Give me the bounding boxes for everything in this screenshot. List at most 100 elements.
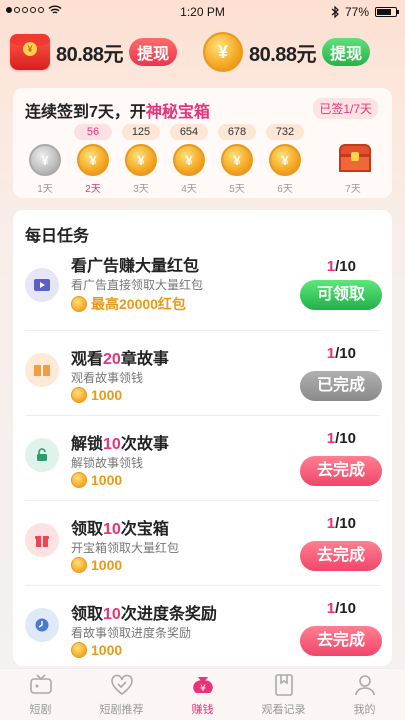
tab-profile[interactable]: 我的 (324, 673, 405, 719)
day-label: 2天 (85, 184, 101, 195)
signin-day-5[interactable]: 678 ¥ 5天 (215, 124, 259, 195)
tab-earn[interactable]: ¥ 赚钱 (162, 673, 243, 719)
tab-label: 观看记录 (261, 704, 306, 716)
user-icon (354, 675, 375, 696)
coin-icon (71, 387, 87, 403)
task-desc: 观看故事领钱 (71, 371, 144, 385)
day-label: 6天 (277, 184, 293, 195)
day-reward: 56 (74, 124, 112, 140)
task-row-ads: 看广告赚大量红包 看广告直接领取大量红包 最高20000红包 1/10 可领取 (13, 246, 392, 331)
signin-day-7[interactable]: 7天 (331, 124, 375, 195)
coin-icon: ¥ (77, 144, 109, 176)
status-bar: 1:20 PM 77% (0, 0, 405, 24)
tab-label: 我的 (353, 704, 376, 716)
unlock-icon (25, 438, 59, 472)
coin-icon (71, 296, 87, 312)
gift-icon (25, 523, 59, 557)
task-name: 看广告赚大量红包 (71, 258, 200, 275)
day-label: 3天 (133, 184, 149, 195)
task-progress: 1/10 (326, 345, 356, 362)
bluetooth-icon (331, 6, 339, 18)
daily-tasks-card: 每日任务 看广告赚大量红包 看广告直接领取大量红包 最高20000红包 1/10… (13, 210, 392, 666)
cash-balance: ¥ 80.88元 提现 (10, 32, 178, 72)
coin-icon: ¥ (173, 144, 205, 176)
task-name: 解锁10次故事 (71, 436, 169, 453)
tab-drama[interactable]: 短剧 (0, 673, 81, 719)
day-label: 7天 (345, 184, 361, 195)
task-name: 领取10次宝箱 (71, 521, 169, 538)
tab-label: 赚钱 (191, 704, 214, 716)
task-desc: 看故事领取进度条奖励 (71, 626, 192, 640)
bottom-tab-bar: 短剧 短剧推荐 ¥ 赚钱 观看记录 我的 (0, 668, 405, 720)
signin-day-6[interactable]: 732 ¥ 6天 (263, 124, 307, 195)
task-reward: 最高20000红包 (71, 294, 186, 314)
signin-day-4[interactable]: 654 ¥ 4天 (167, 124, 211, 195)
tab-recommend[interactable]: 短剧推荐 (81, 673, 162, 719)
tab-label: 短剧推荐 (99, 704, 144, 716)
cash-amount: 80.88元 (56, 43, 124, 66)
task-row-unlock: 解锁10次故事 解锁故事领钱 1000 1/10 去完成 (13, 416, 392, 501)
bookmark-icon (274, 674, 293, 696)
day-label: 5天 (229, 184, 245, 195)
claim-button[interactable]: 可领取 (300, 280, 382, 310)
tab-label: 短剧 (29, 704, 52, 716)
task-progress: 1/10 (326, 515, 356, 532)
day-label: 1天 (37, 184, 53, 195)
task-desc: 解锁故事领钱 (71, 456, 144, 470)
signin-status-badge: 已签1/7天 (313, 98, 378, 119)
task-desc: 看广告直接领取大量红包 (71, 278, 204, 292)
red-packet-icon: ¥ (10, 34, 50, 70)
signin-title-text: 连续签到7天，开 (25, 104, 146, 121)
coin-icon: ¥ (125, 144, 157, 176)
tv-icon (29, 674, 52, 694)
gold-coin-icon: ¥ (203, 32, 243, 72)
battery-icon (375, 7, 399, 17)
task-row-chest: 领取10次宝箱 开宝箱领取大量红包 1000 1/10 去完成 (13, 501, 392, 586)
completed-button[interactable]: 已完成 (300, 371, 382, 401)
day-label: 4天 (181, 184, 197, 195)
withdraw-cash-button[interactable]: 提现 (129, 38, 178, 66)
task-reward: 1000 (71, 642, 122, 658)
go-complete-button[interactable]: 去完成 (300, 541, 382, 571)
withdraw-coin-button[interactable]: 提现 (322, 38, 371, 66)
coin-balance: ¥ 80.88元 提现 (203, 32, 371, 72)
task-progress: 1/10 (326, 258, 356, 275)
task-progress: 1/10 (326, 430, 356, 447)
signin-day-3[interactable]: 125 ¥ 3天 (119, 124, 163, 195)
signin-title-highlight: 神秘宝箱 (145, 104, 210, 121)
task-progress: 1/10 (326, 600, 356, 617)
coin-icon: ¥ (221, 144, 253, 176)
svg-text:¥: ¥ (200, 684, 206, 694)
tab-history[interactable]: 观看记录 (243, 673, 324, 719)
coin-amount: 80.88元 (249, 43, 317, 66)
signin-day-1[interactable]: ¥ 1天 (23, 124, 67, 195)
status-right: 77% (331, 5, 399, 19)
money-bag-icon: ¥ (192, 677, 213, 694)
day-reward: 678 (218, 124, 256, 140)
coin-icon: ¥ (29, 144, 61, 176)
day-reward: 654 (170, 124, 208, 140)
signin-day-2[interactable]: 56 ¥ 2天 (71, 124, 115, 195)
coin-icon (71, 472, 87, 488)
coin-icon: ¥ (269, 144, 301, 176)
go-complete-button[interactable]: 去完成 (300, 626, 382, 656)
task-desc: 开宝箱领取大量红包 (71, 541, 180, 555)
task-row-progress: 领取10次进度条奖励 看故事领取进度条奖励 1000 1/10 去完成 (13, 586, 392, 666)
day-reward: 125 (122, 124, 160, 140)
task-reward: 1000 (71, 472, 122, 488)
task-row-watch: 观看20章故事 观看故事领钱 1000 1/10 已完成 (13, 331, 392, 416)
balance-row: ¥ 80.88元 提现 ¥ 80.88元 提现 (0, 32, 405, 72)
day-reward: 732 (266, 124, 304, 140)
coin-icon (71, 642, 87, 658)
task-reward: 1000 (71, 557, 122, 573)
video-icon (25, 268, 59, 302)
task-reward: 1000 (71, 387, 122, 403)
signin-days: ¥ 1天 56 ¥ 2天 125 ¥ 3天 654 ¥ 4天 678 ¥ 5天 … (23, 124, 383, 195)
book-icon (25, 353, 59, 387)
coin-icon (71, 557, 87, 573)
go-complete-button[interactable]: 去完成 (300, 456, 382, 486)
task-name: 领取10次进度条奖励 (71, 606, 217, 623)
signin-title: 连续签到7天，开神秘宝箱 (25, 98, 210, 122)
task-name: 观看20章故事 (71, 351, 169, 368)
treasure-chest-icon (339, 144, 371, 172)
